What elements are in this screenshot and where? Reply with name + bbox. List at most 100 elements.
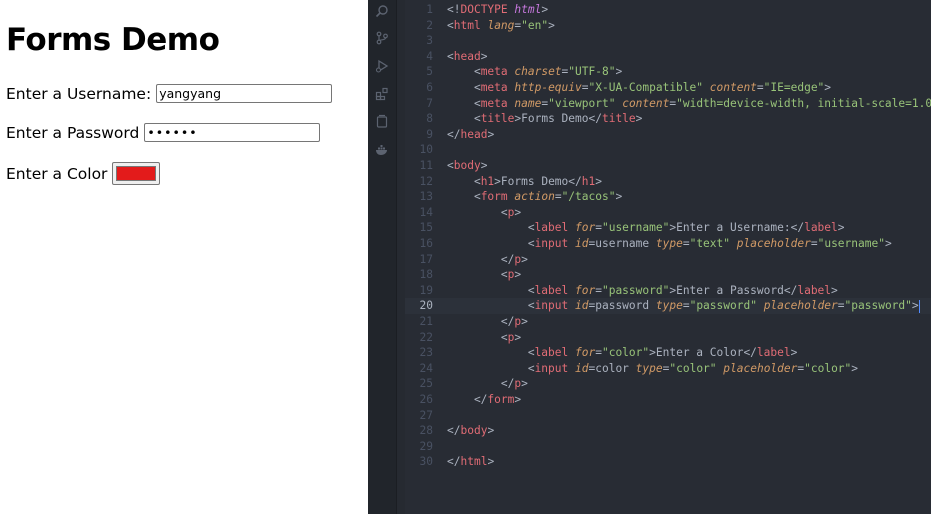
code-text: <head> <box>447 49 488 63</box>
code-line[interactable]: 2 <html lang="en"> <box>405 18 931 34</box>
line-number: 14 <box>419 205 433 219</box>
password-row: Enter a Password <box>6 123 321 142</box>
line-number: 11 <box>419 159 433 172</box>
line-number: 10 <box>419 143 433 157</box>
line-number: 21 <box>419 315 433 328</box>
code-line[interactable]: 24 <input id=color type="color" placehol… <box>405 361 931 377</box>
username-input[interactable] <box>156 84 333 103</box>
code-line[interactable]: 5 <meta charset="UTF-8"> <box>405 64 931 80</box>
code-line[interactable]: 17 </p> <box>405 252 931 268</box>
code-line[interactable]: 25 </p> <box>405 376 931 392</box>
code-line[interactable]: 18 <p> <box>405 267 931 283</box>
line-number: 4 <box>426 49 433 63</box>
code-line[interactable]: 29 <box>405 439 931 455</box>
line-number: 23 <box>419 346 433 360</box>
code-line[interactable]: 1 <!DOCTYPE html> <box>405 2 931 18</box>
line-number: 12 <box>419 174 433 188</box>
code-line[interactable]: 13 <form action="/tacos"> <box>405 189 931 205</box>
code-line[interactable]: 6 <meta http-equiv="X-UA-Compatible" con… <box>405 80 931 96</box>
code-line[interactable]: 11 <body> <box>405 158 931 174</box>
line-number: 7 <box>426 96 433 110</box>
line-number: 15 <box>419 221 433 235</box>
code-line[interactable]: 19 <label for="password">Enter a Passwor… <box>405 283 931 299</box>
code-area[interactable]: 1 <!DOCTYPE html> 2 <html lang="en"> 3 4 <head… <box>405 0 931 514</box>
line-number: 27 <box>419 408 433 422</box>
code-line[interactable]: 7 <meta name="viewport" content="width=d… <box>405 96 931 112</box>
code-text: <form action="/tacos"> <box>447 190 623 204</box>
line-number: 6 <box>426 81 433 94</box>
code-text: </p> <box>447 315 528 328</box>
gutter <box>397 0 405 514</box>
username-label: Enter a Username: <box>6 84 152 103</box>
line-number: 30 <box>419 455 433 469</box>
code-text: <body> <box>447 159 488 172</box>
code-line[interactable]: 27 <box>405 408 931 424</box>
color-picker-button[interactable] <box>112 162 161 185</box>
docker-icon[interactable] <box>374 142 390 158</box>
remote-explorer-icon[interactable] <box>374 113 390 129</box>
code-text: <input id=color type="color" placeholder… <box>447 361 859 375</box>
code-editor: 1 <!DOCTYPE html> 2 <html lang="en"> 3 4 <head… <box>368 0 931 514</box>
code-text: <meta name="viewport" content="width=dev… <box>447 96 931 110</box>
code-line[interactable]: 28 </body> <box>405 423 931 439</box>
password-input[interactable] <box>144 123 321 142</box>
code-text: <p> <box>447 205 522 219</box>
code-line[interactable]: 30 </html> <box>405 454 931 470</box>
search-icon[interactable] <box>374 3 390 19</box>
line-number: 17 <box>419 252 433 266</box>
line-number: 16 <box>419 237 433 250</box>
code-line[interactable]: 16 <input id=username type="text" placeh… <box>405 236 931 252</box>
line-number: 18 <box>419 268 433 282</box>
code-line[interactable]: 14 <p> <box>405 205 931 221</box>
code-text: </p> <box>447 377 528 391</box>
code-text: </form> <box>447 393 522 406</box>
line-number: 9 <box>426 127 433 141</box>
code-text: <h1>Forms Demo</h1> <box>447 174 602 188</box>
code-text: <p> <box>447 268 522 282</box>
code-text: <meta charset="UTF-8"> <box>447 65 623 79</box>
code-line[interactable]: 23 <label for="color">Enter a Color</lab… <box>405 345 931 361</box>
color-swatch <box>116 166 157 181</box>
line-number: 22 <box>419 330 433 344</box>
code-text: </html> <box>447 455 495 469</box>
password-label: Enter a Password <box>6 123 140 142</box>
line-number: 2 <box>426 18 433 32</box>
source-control-icon[interactable] <box>374 30 390 46</box>
line-number: 19 <box>419 283 433 297</box>
code-text: <html lang="en"> <box>447 18 555 32</box>
code-text: <!DOCTYPE html> <box>447 3 549 16</box>
code-line[interactable]: 4 <head> <box>405 49 931 65</box>
line-number: 8 <box>426 112 433 126</box>
extensions-icon[interactable] <box>374 86 390 102</box>
code-text: <input id=username type="text" placehold… <box>447 237 892 250</box>
code-line[interactable]: 22 <p> <box>405 330 931 346</box>
line-number: 25 <box>419 377 433 391</box>
line-number: 13 <box>419 190 433 204</box>
line-number: 20 <box>419 299 433 313</box>
code-text: </body> <box>447 424 495 438</box>
code-text: <label for="username">Enter a Username:<… <box>447 221 845 235</box>
run-debug-icon[interactable] <box>374 58 390 74</box>
code-text: <input id=password type="password" place… <box>447 299 920 313</box>
code-text: <title>Forms Demo</title> <box>447 112 643 126</box>
code-line[interactable]: 9 </head> <box>405 127 931 143</box>
line-number: 24 <box>419 361 433 375</box>
code-line[interactable]: 12 <h1>Forms Demo</h1> <box>405 174 931 190</box>
code-line[interactable]: 8 <title>Forms Demo</title> <box>405 111 931 127</box>
code-line[interactable]: 21 </p> <box>405 314 931 330</box>
code-line[interactable]: 3 <box>405 33 931 49</box>
code-text: <label for="password">Enter a Password</… <box>447 283 838 297</box>
line-number: 5 <box>426 65 433 79</box>
browser-preview: Forms Demo Enter a Username: Enter a Pas… <box>0 0 368 514</box>
code-text: <meta http-equiv="X-UA-Compatible" conte… <box>447 81 832 94</box>
code-text: <p> <box>447 330 522 344</box>
code-line[interactable]: 10 <box>405 142 931 158</box>
line-number: 29 <box>419 439 433 453</box>
color-row: Enter a Color <box>6 162 161 185</box>
code-line[interactable]: 20 <input id=password type="password" pl… <box>405 298 931 314</box>
text-cursor <box>918 299 920 313</box>
page-heading: Forms Demo <box>6 22 220 58</box>
code-line[interactable]: 26 </form> <box>405 392 931 408</box>
code-line[interactable]: 15 <label for="username">Enter a Usernam… <box>405 220 931 236</box>
color-label: Enter a Color <box>6 164 108 183</box>
